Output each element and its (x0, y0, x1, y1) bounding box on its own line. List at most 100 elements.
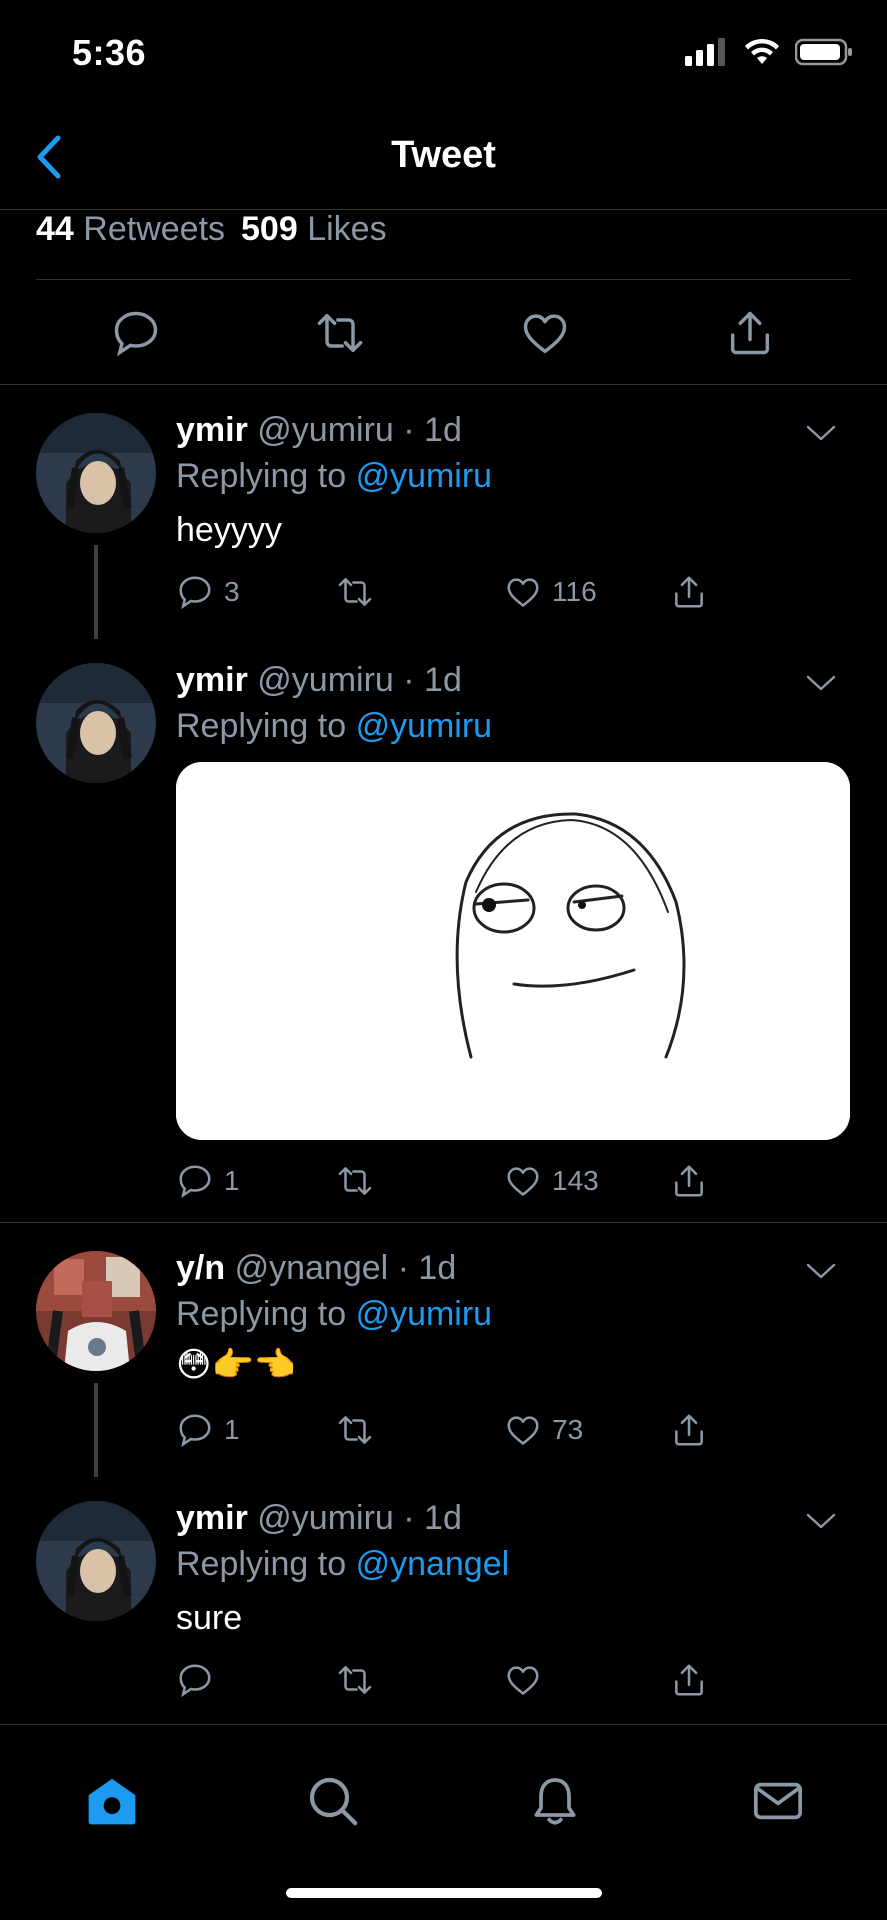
like-heart-icon (507, 1416, 539, 1445)
reply-icon (179, 576, 211, 610)
search-icon[interactable] (305, 1773, 361, 1829)
reply-count: 1 (224, 1414, 240, 1445)
chevron-down-icon[interactable] (805, 423, 837, 443)
retweet-button[interactable] (336, 1162, 384, 1200)
author-name[interactable]: ymir (176, 411, 248, 449)
like-heart-icon (507, 1167, 539, 1196)
reply-button[interactable] (176, 1661, 224, 1699)
retweet-button[interactable] (336, 1411, 384, 1449)
tweet-action-bar (0, 281, 887, 385)
replying-prefix: Replying to (176, 1545, 347, 1583)
retweet-button[interactable] (336, 1661, 384, 1699)
like-heart-icon[interactable] (519, 307, 571, 359)
reply-count: 1 (224, 1165, 240, 1196)
share-icon (675, 1165, 703, 1197)
avatar[interactable] (36, 413, 156, 533)
meme-face-image[interactable] (176, 762, 850, 1140)
replying-to: Replying to @yumiru (176, 707, 492, 746)
replying-to-link[interactable]: @yumiru (356, 457, 493, 495)
home-indicator[interactable] (286, 1888, 602, 1898)
tweet-actions: 1 73 (176, 1411, 736, 1455)
tweet-actions: 3 116 (176, 573, 736, 617)
tweet-actions: 1 143 (176, 1162, 736, 1206)
likes-stat[interactable]: 509 Likes (241, 210, 387, 249)
reply-icon[interactable] (110, 307, 162, 359)
author-name[interactable]: ymir (176, 661, 248, 699)
tweet-header: ymir @yumiru · 1d (176, 1499, 462, 1538)
thread-line (94, 545, 98, 639)
dot-separator: · (393, 411, 425, 449)
reply-button[interactable]: 1 (176, 1411, 240, 1449)
tweet-header: y/n @ynangel · 1d (176, 1249, 456, 1288)
replying-to-link[interactable]: @yumiru (356, 707, 493, 745)
replying-to: Replying to @yumiru (176, 1295, 492, 1334)
share-icon (675, 1664, 703, 1696)
tweet-time: 1d (424, 661, 462, 699)
author-handle[interactable]: @ynangel (235, 1249, 389, 1287)
retweets-label: Retweets (83, 210, 226, 248)
replying-to-link[interactable]: @yumiru (356, 1295, 493, 1333)
author-handle[interactable]: @yumiru (257, 661, 394, 699)
like-count: 143 (552, 1165, 599, 1196)
reply-tweet[interactable]: y/n @ynangel · 1d Replying to @yumiru 😳👉… (0, 1223, 887, 1477)
reply-button[interactable]: 1 (176, 1162, 240, 1200)
replying-to-link[interactable]: @ynangel (356, 1545, 510, 1583)
retweet-icon[interactable] (314, 307, 366, 359)
avatar[interactable] (36, 1251, 156, 1371)
home-icon[interactable] (84, 1773, 140, 1829)
share-button[interactable] (670, 573, 708, 611)
share-button[interactable] (670, 1661, 708, 1699)
tweet-time: 1d (424, 1499, 462, 1537)
tweet-actions (176, 1661, 736, 1705)
retweets-stat[interactable]: 44 Retweets (36, 210, 225, 249)
share-button[interactable] (670, 1162, 708, 1200)
reply-tweet[interactable]: ymir @yumiru · 1d Replying to @yumiru he… (0, 385, 887, 639)
share-button[interactable] (670, 1411, 708, 1449)
chevron-down-icon[interactable] (805, 1511, 837, 1531)
tweet-text: heyyyy (176, 511, 282, 549)
share-icon (675, 576, 703, 608)
tweet-text: 😳👉👈 (176, 1345, 297, 1385)
share-icon[interactable] (724, 307, 776, 359)
chevron-down-icon[interactable] (805, 1261, 837, 1281)
bottom-tab-bar (0, 1724, 887, 1920)
author-handle[interactable]: @yumiru (257, 1499, 394, 1537)
like-count: 73 (552, 1414, 584, 1445)
nav-header: Tweet (0, 100, 887, 210)
retweet-button[interactable] (336, 573, 384, 611)
reply-icon (179, 1165, 211, 1199)
reply-button[interactable]: 3 (176, 573, 240, 611)
author-handle[interactable]: @yumiru (257, 411, 394, 449)
like-button[interactable]: 73 (504, 1411, 583, 1449)
tweet-time: 1d (424, 411, 462, 449)
author-name[interactable]: y/n (176, 1249, 225, 1287)
likes-label: Likes (307, 210, 387, 248)
like-button[interactable]: 143 (504, 1162, 599, 1200)
replying-to: Replying to @yumiru (176, 457, 492, 496)
tweet-time: 1d (418, 1249, 457, 1287)
tweet-header: ymir @yumiru · 1d (176, 411, 462, 450)
likes-count: 509 (241, 210, 298, 248)
avatar[interactable] (36, 663, 156, 783)
thread-line (94, 1383, 98, 1477)
mail-icon[interactable] (750, 1773, 806, 1829)
reply-tweet[interactable]: ymir @yumiru · 1d Replying to @ynangel s… (0, 1473, 887, 1723)
replying-to: Replying to @ynangel (176, 1545, 509, 1584)
like-button[interactable] (504, 1661, 552, 1699)
reply-count: 3 (224, 576, 240, 607)
retweet-icon (338, 1416, 372, 1444)
bell-icon[interactable] (527, 1773, 583, 1829)
tweet-text: sure (176, 1599, 243, 1637)
author-name[interactable]: ymir (176, 1499, 248, 1537)
reply-tweet[interactable]: ymir @yumiru · 1d Replying to @yumiru 1 (0, 635, 887, 1223)
tweet-stats: 44 Retweets 509 Likes (36, 210, 851, 280)
like-button[interactable]: 116 (504, 573, 597, 611)
like-heart-icon (507, 1666, 539, 1695)
chevron-down-icon[interactable] (805, 673, 837, 693)
dot-separator: · (393, 661, 425, 699)
avatar[interactable] (36, 1501, 156, 1621)
dot-separator: · (388, 1249, 419, 1287)
status-time: 5:36 (72, 32, 147, 73)
reply-icon (179, 1664, 211, 1698)
like-count: 116 (552, 576, 597, 607)
